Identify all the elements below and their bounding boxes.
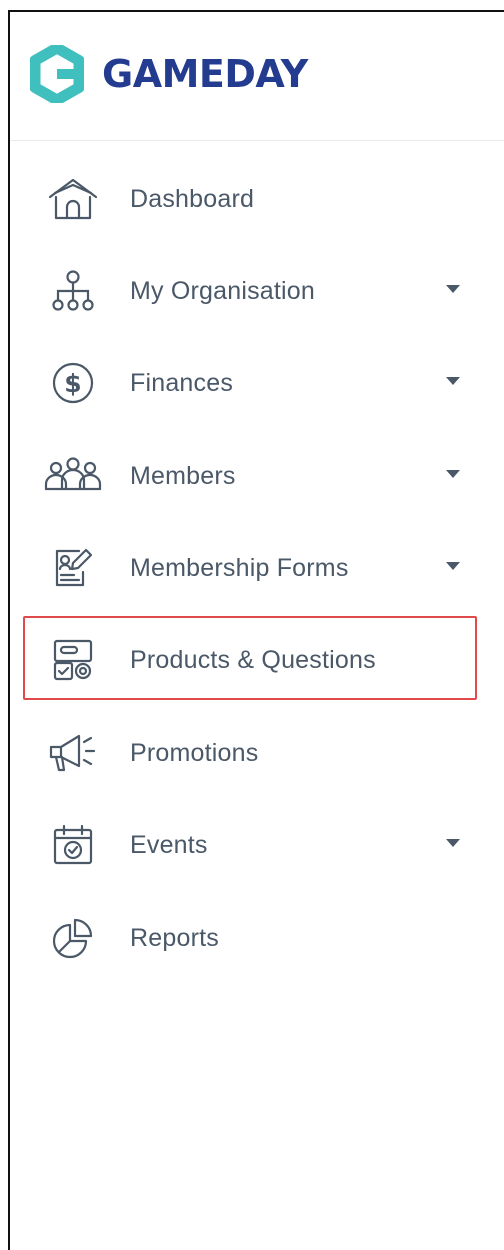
brand-logo[interactable]: GAMEDAY bbox=[30, 45, 308, 103]
sidebar-item-label: Reports bbox=[130, 924, 219, 952]
sidebar-item-label: Events bbox=[130, 831, 208, 859]
house-icon bbox=[46, 176, 100, 222]
gameday-logo-icon bbox=[30, 45, 84, 103]
sidebar-item-membership-forms[interactable]: Membership Forms bbox=[10, 538, 504, 598]
sidebar-item-products-questions[interactable]: Products & Questions bbox=[10, 630, 504, 690]
pie-chart-icon bbox=[46, 915, 100, 961]
sidebar-item-label: Products & Questions bbox=[130, 646, 376, 674]
svg-text:$: $ bbox=[64, 369, 81, 398]
sidebar-item-label: My Organisation bbox=[130, 277, 316, 305]
chevron-down-icon[interactable] bbox=[446, 285, 460, 293]
sidebar-item-events[interactable]: Events bbox=[10, 815, 504, 875]
dollar-circle-icon: $ bbox=[46, 360, 100, 406]
form-edit-icon bbox=[46, 545, 100, 591]
sidebar-item-label: Dashboard bbox=[130, 185, 255, 213]
megaphone-icon bbox=[46, 730, 100, 776]
sidebar-panel: GAMEDAY Dashboard My Organisation $ Fina… bbox=[8, 10, 504, 1250]
sidebar-item-label: Promotions bbox=[130, 739, 259, 767]
chevron-down-icon[interactable] bbox=[446, 377, 460, 385]
sidebar-item-promotions[interactable]: Promotions bbox=[10, 723, 504, 783]
sidebar-item-members[interactable]: Members bbox=[10, 446, 504, 506]
sidebar-item-label: Finances bbox=[130, 369, 234, 397]
sidebar-item-label: Membership Forms bbox=[130, 554, 349, 582]
brand-name: GAMEDAY bbox=[102, 52, 308, 96]
sidebar-item-my-organisation[interactable]: My Organisation bbox=[10, 261, 504, 321]
sidebar-header: GAMEDAY bbox=[10, 12, 504, 141]
org-chart-icon bbox=[46, 268, 100, 314]
calendar-check-icon bbox=[46, 822, 100, 868]
product-card-icon bbox=[46, 637, 100, 683]
sidebar-item-dashboard[interactable]: Dashboard bbox=[10, 169, 504, 229]
chevron-down-icon[interactable] bbox=[446, 839, 460, 847]
sidebar-item-reports[interactable]: Reports bbox=[10, 908, 504, 968]
sidebar-item-label: Members bbox=[130, 462, 236, 490]
chevron-down-icon[interactable] bbox=[446, 470, 460, 478]
people-group-icon bbox=[42, 453, 104, 499]
sidebar-item-finances[interactable]: $ Finances bbox=[10, 353, 504, 413]
chevron-down-icon[interactable] bbox=[446, 562, 460, 570]
